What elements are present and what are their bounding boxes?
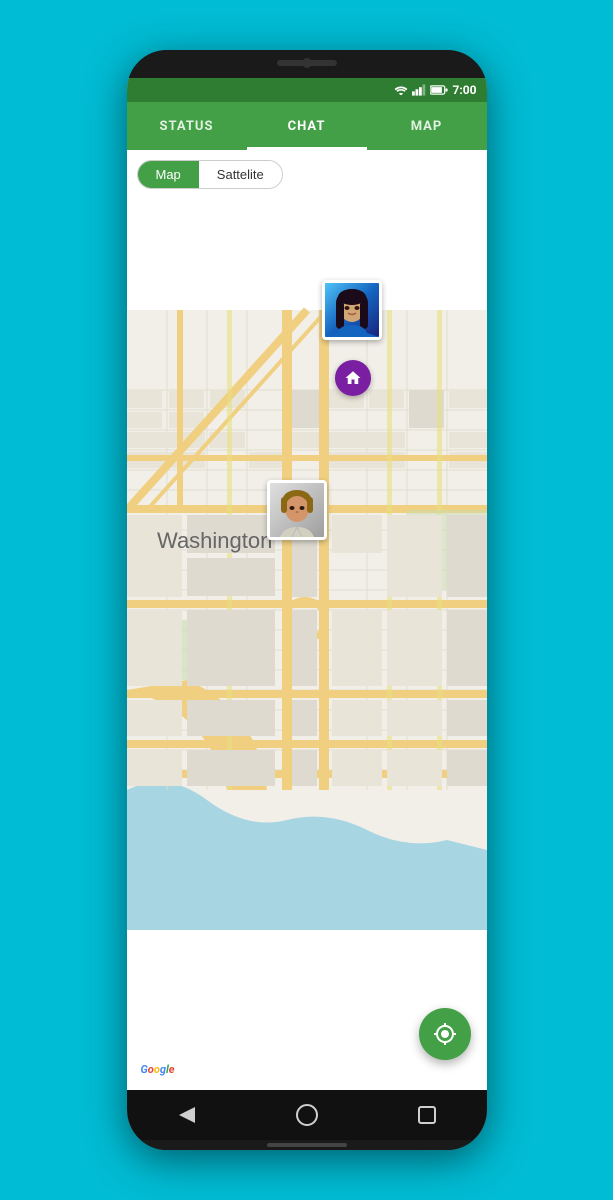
- map-view-button[interactable]: Map: [138, 161, 199, 188]
- satellite-view-button[interactable]: Sattelite: [199, 161, 282, 188]
- tab-map[interactable]: MAP: [367, 102, 487, 150]
- home-icon: [344, 369, 362, 387]
- back-icon: [175, 1103, 199, 1127]
- tab-chat[interactable]: CHAT: [247, 102, 367, 150]
- status-bar: 7:00: [127, 78, 487, 102]
- home-location-marker[interactable]: [335, 360, 371, 396]
- bottom-pill-bar: [267, 1143, 347, 1147]
- girl-location-marker[interactable]: [322, 280, 382, 340]
- android-nav-bar: [127, 1090, 487, 1140]
- phone-bottom-pill: [127, 1140, 487, 1150]
- status-icons: 7:00: [394, 83, 476, 97]
- nav-tabs: STATUS CHAT MAP: [127, 102, 487, 150]
- google-logo: Google: [141, 1063, 175, 1076]
- map-background: Washington: [127, 150, 487, 1090]
- man-photo-marker[interactable]: [267, 480, 327, 540]
- my-location-icon: [433, 1022, 457, 1046]
- signal-icon: [412, 84, 426, 96]
- man-location-marker[interactable]: [267, 480, 327, 540]
- home-button[interactable]: [293, 1101, 321, 1129]
- recent-apps-icon: [416, 1104, 438, 1126]
- phone-speaker: [277, 60, 337, 66]
- home-marker-icon-container[interactable]: [335, 360, 371, 396]
- map-container[interactable]: Washington Map Sattelite: [127, 150, 487, 1090]
- phone-outer: 7:00 STATUS CHAT MAP: [0, 0, 613, 1200]
- recent-apps-button[interactable]: [413, 1101, 441, 1129]
- battery-icon: [430, 84, 448, 96]
- back-button[interactable]: [173, 1101, 201, 1129]
- phone-body: 7:00 STATUS CHAT MAP: [127, 50, 487, 1150]
- girl-photo-marker[interactable]: [322, 280, 382, 340]
- status-time: 7:00: [452, 83, 476, 97]
- tab-status[interactable]: STATUS: [127, 102, 247, 150]
- map-controls: Map Sattelite: [137, 160, 283, 189]
- phone-screen: 7:00 STATUS CHAT MAP: [127, 78, 487, 1140]
- wifi-icon: [394, 84, 408, 96]
- phone-top-bar: [127, 50, 487, 78]
- svg-text:Washington: Washington: [157, 528, 272, 553]
- home-circle-icon: [294, 1102, 320, 1128]
- location-fab-button[interactable]: [419, 1008, 471, 1060]
